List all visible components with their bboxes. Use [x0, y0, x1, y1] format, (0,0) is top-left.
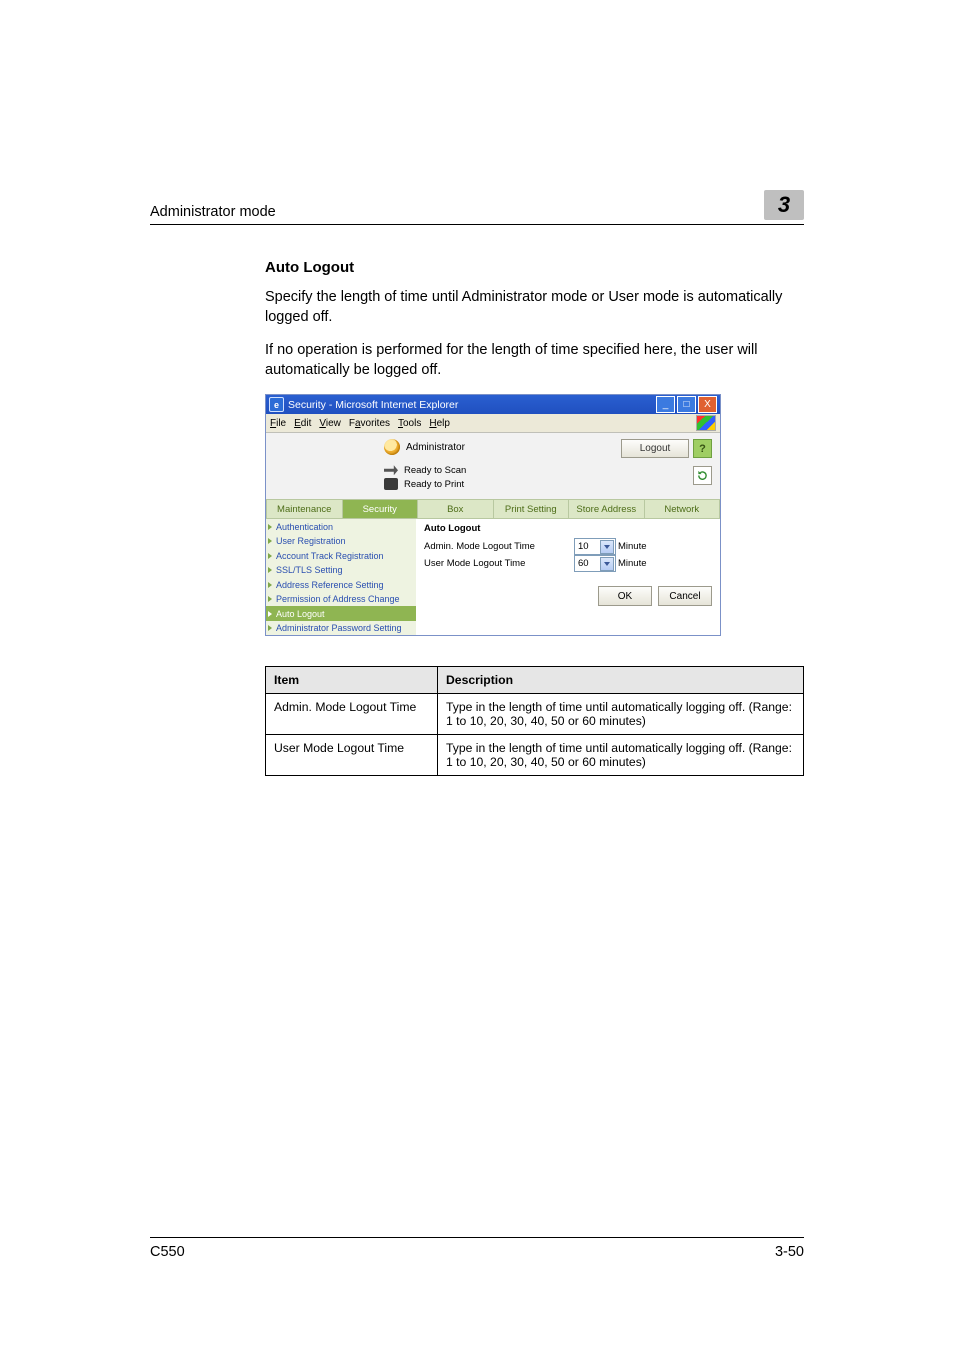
cell-desc: Type in the length of time until automat… [438, 735, 804, 776]
ie-icon: e [269, 397, 284, 412]
cell-desc: Type in the length of time until automat… [438, 694, 804, 735]
sidenav-ssl-tls[interactable]: SSL/TLS Setting [266, 563, 416, 578]
field-admin-logout-label: Admin. Mode Logout Time [424, 541, 574, 552]
chevron-down-icon [600, 557, 614, 571]
sidenav-admin-password[interactable]: Administrator Password Setting [266, 621, 416, 636]
field-user-logout-label: User Mode Logout Time [424, 558, 574, 569]
field-user-logout: User Mode Logout Time 60 Minute [424, 555, 712, 572]
field-admin-logout: Admin. Mode Logout Time 10 Minute [424, 538, 712, 555]
minimize-button[interactable]: _ [656, 396, 675, 413]
user-logout-unit: Minute [618, 558, 647, 569]
tab-security[interactable]: Security [343, 499, 419, 519]
chevron-down-icon [600, 540, 614, 554]
status-scan: Ready to Scan [404, 465, 466, 476]
cell-item: Admin. Mode Logout Time [266, 694, 438, 735]
logout-button[interactable]: Logout [621, 439, 689, 458]
sidenav-address-reference[interactable]: Address Reference Setting [266, 577, 416, 592]
tab-box[interactable]: Box [418, 499, 494, 519]
footer-left: C550 [150, 1244, 185, 1260]
help-button[interactable]: ? [693, 439, 712, 458]
close-button[interactable]: X [698, 396, 717, 413]
sidenav-auto-logout[interactable]: Auto Logout [266, 606, 416, 621]
menu-file[interactable]: File [270, 418, 286, 429]
tabbar: Maintenance Security Box Print Setting S… [266, 499, 720, 519]
panel-title: Auto Logout [424, 523, 712, 534]
th-item: Item [266, 667, 438, 694]
window-title: Security - Microsoft Internet Explorer [288, 399, 458, 411]
section-para-1: Specify the length of time until Adminis… [265, 288, 804, 327]
windows-flag-icon [696, 415, 716, 431]
admin-logout-value: 10 [578, 541, 589, 552]
admin-avatar-icon [384, 439, 400, 455]
maximize-button[interactable]: □ [677, 396, 696, 413]
menu-help[interactable]: Help [429, 418, 450, 429]
section-para-2: If no operation is performed for the len… [265, 341, 804, 380]
tab-network[interactable]: Network [645, 499, 721, 519]
printer-icon [384, 478, 398, 490]
table-row: User Mode Logout Time Type in the length… [266, 735, 804, 776]
table-row: Admin. Mode Logout Time Type in the leng… [266, 694, 804, 735]
admin-logout-unit: Minute [618, 541, 647, 552]
section-title: Auto Logout [265, 259, 804, 276]
user-logout-select[interactable]: 60 [574, 555, 616, 572]
menu-edit[interactable]: Edit [294, 418, 311, 429]
sidenav: Authentication User Registration Account… [266, 519, 416, 635]
role-label: Administrator [406, 442, 465, 453]
scan-icon [384, 465, 398, 475]
tab-store-address[interactable]: Store Address [569, 499, 645, 519]
cancel-button[interactable]: Cancel [658, 586, 712, 606]
menubar: File Edit View Favorites Tools Help [266, 414, 720, 433]
sidenav-permission-address[interactable]: Permission of Address Change [266, 592, 416, 607]
menu-favorites[interactable]: Favorites [349, 418, 390, 429]
tab-maintenance[interactable]: Maintenance [266, 499, 343, 519]
description-table: Item Description Admin. Mode Logout Time… [265, 666, 804, 776]
sidenav-user-registration[interactable]: User Registration [266, 534, 416, 549]
sidenav-authentication[interactable]: Authentication [266, 519, 416, 534]
footer-right: 3-50 [775, 1244, 804, 1260]
sidenav-account-track[interactable]: Account Track Registration [266, 548, 416, 563]
screenshot-window: e Security - Microsoft Internet Explorer… [265, 394, 721, 636]
refresh-button[interactable] [693, 466, 712, 485]
window-titlebar: e Security - Microsoft Internet Explorer… [266, 395, 720, 414]
cell-item: User Mode Logout Time [266, 735, 438, 776]
ok-button[interactable]: OK [598, 586, 652, 606]
admin-logout-select[interactable]: 10 [574, 538, 616, 555]
status-print: Ready to Print [404, 479, 464, 490]
th-description: Description [438, 667, 804, 694]
chapter-badge: 3 [764, 190, 804, 220]
tab-print-setting[interactable]: Print Setting [494, 499, 570, 519]
menu-tools[interactable]: Tools [398, 418, 421, 429]
user-logout-value: 60 [578, 558, 589, 569]
menu-view[interactable]: View [319, 418, 341, 429]
running-head-text: Administrator mode [150, 204, 276, 220]
